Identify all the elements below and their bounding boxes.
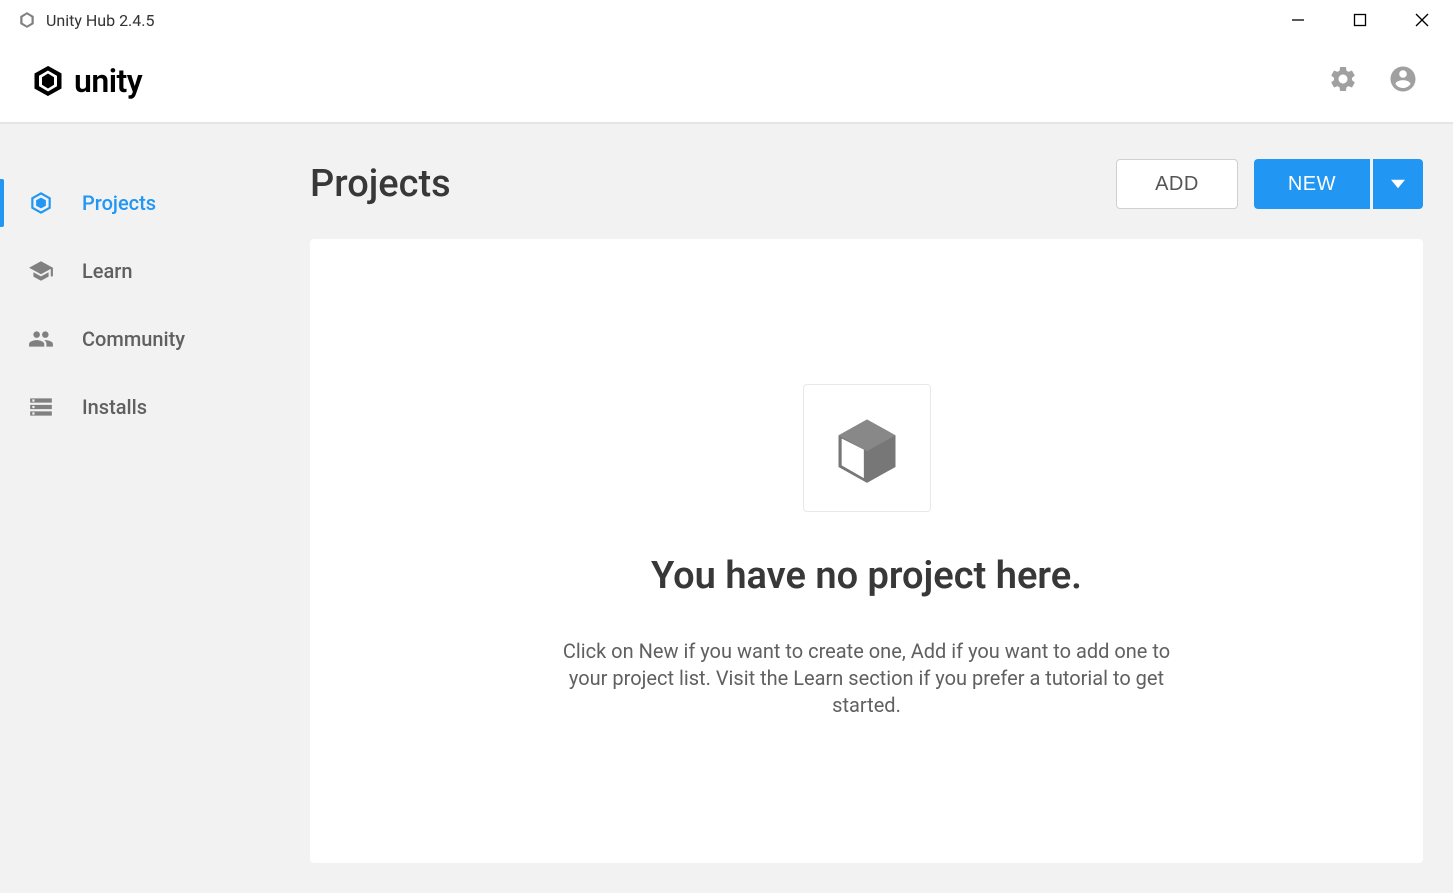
close-button[interactable] [1391,0,1453,40]
unity-logo-icon [30,63,66,99]
title-bar: Unity Hub 2.4.5 [0,0,1453,40]
unity-logo: unity [30,62,142,100]
chevron-down-icon [1391,177,1405,191]
title-left: Unity Hub 2.4.5 [18,11,154,30]
sidebar-label: Installs [82,395,147,419]
people-icon [28,326,54,352]
action-buttons: ADD NEW [1116,159,1423,209]
logo-text: unity [74,62,142,100]
sidebar-item-community[interactable]: Community [0,305,290,373]
settings-button[interactable] [1328,64,1358,98]
box-icon [829,410,905,486]
account-icon [1388,64,1418,94]
sidebar: Projects Learn Community Installs [0,124,290,893]
window-controls [1267,0,1453,40]
new-dropdown-button[interactable] [1373,159,1423,209]
page-title: Projects [310,162,451,206]
new-button-group: NEW [1254,159,1423,209]
storage-icon [28,394,54,420]
header-right [1328,64,1418,98]
graduation-cap-icon [28,258,54,284]
content-header: Projects ADD NEW [310,159,1423,209]
sidebar-label: Learn [82,259,133,283]
app-header: unity [0,40,1453,124]
add-button[interactable]: ADD [1116,159,1238,209]
minimize-button[interactable] [1267,0,1329,40]
maximize-button[interactable] [1329,0,1391,40]
cube-icon [28,190,54,216]
sidebar-item-installs[interactable]: Installs [0,373,290,441]
sidebar-item-learn[interactable]: Learn [0,237,290,305]
projects-panel: You have no project here. Click on New i… [310,239,1423,863]
sidebar-label: Community [82,327,185,351]
empty-state-title: You have no project here. [651,554,1082,598]
gear-icon [1328,64,1358,94]
new-button[interactable]: NEW [1254,159,1370,209]
main-layout: Projects Learn Community Installs P [0,124,1453,893]
window-title: Unity Hub 2.4.5 [46,11,154,30]
content-area: Projects ADD NEW You have no [290,124,1453,893]
account-button[interactable] [1388,64,1418,98]
empty-state-icon-box [803,384,931,512]
sidebar-label: Projects [82,191,156,215]
sidebar-item-projects[interactable]: Projects [0,169,290,237]
empty-state-description: Click on New if you want to create one, … [544,638,1189,719]
unity-app-icon [18,11,36,29]
